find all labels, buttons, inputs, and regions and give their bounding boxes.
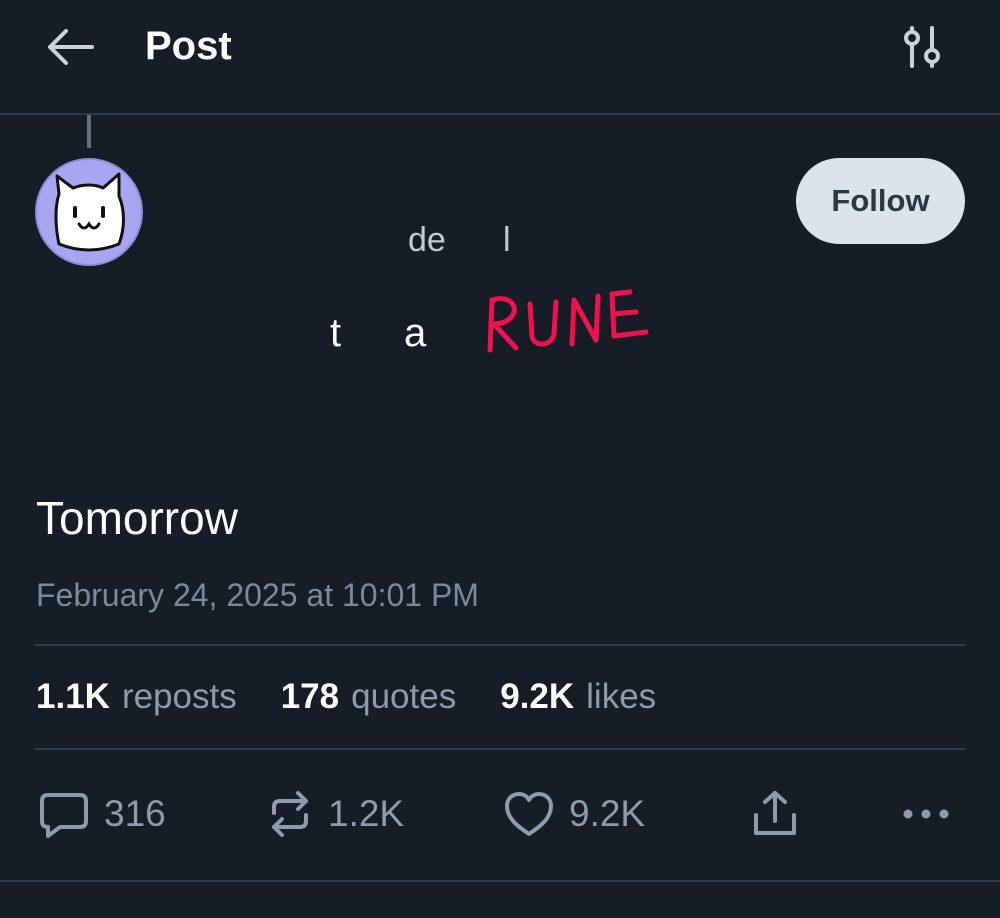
quotes-stat[interactable]: 178 quotes: [281, 674, 457, 720]
divider: [35, 644, 965, 646]
likes-stat[interactable]: 9.2K likes: [500, 674, 656, 720]
reposts-label: reposts: [121, 677, 237, 716]
likes-label: likes: [586, 677, 657, 716]
quotes-count: 178: [280, 677, 340, 716]
share-button[interactable]: [751, 786, 799, 842]
reposts-stat[interactable]: 1.1K reposts: [36, 674, 237, 720]
post-page: Post de l t a Follow Tomorrow February 2…: [0, 0, 1000, 918]
speech-bubble-icon: [40, 793, 88, 838]
display-name-fragment: l: [503, 221, 511, 259]
divider: [0, 880, 1000, 882]
engagement-stats: 1.1K reposts 178 quotes 9.2K likes: [36, 674, 656, 720]
rune-handwritten-logo: [487, 289, 649, 353]
repost-icon: [272, 791, 308, 837]
repost-count: 1.2K: [328, 793, 405, 834]
post-timestamp: February 24, 2025 at 10:01 PM: [36, 577, 479, 613]
handle-fragment: a: [404, 311, 427, 355]
handle-fragment: t: [330, 311, 342, 355]
top-bar: Post: [0, 0, 1000, 115]
more-dots-icon: [903, 809, 949, 819]
back-button[interactable]: [40, 22, 100, 72]
heart-icon: [505, 792, 553, 836]
post-text: Tomorrow: [36, 492, 238, 544]
page-title: Post: [145, 24, 232, 68]
avatar[interactable]: [35, 158, 143, 266]
quotes-label: quotes: [351, 677, 457, 716]
reposts-count: 1.1K: [36, 677, 110, 716]
more-options-button[interactable]: [902, 786, 950, 842]
likes-count: 9.2K: [500, 677, 575, 716]
arrow-left-icon: [48, 29, 94, 65]
reply-count: 316: [104, 793, 166, 834]
display-name-fragment: de: [408, 221, 446, 259]
reply-button[interactable]: 316: [38, 786, 166, 842]
sliders-icon: [904, 26, 940, 68]
thread-settings-button[interactable]: [895, 22, 949, 72]
repost-button[interactable]: 1.2K: [266, 786, 404, 842]
like-count: 9.2K: [569, 793, 646, 834]
follow-button[interactable]: Follow: [796, 158, 965, 244]
like-button[interactable]: 9.2K: [503, 786, 645, 842]
share-icon: [754, 791, 796, 835]
cat-face-icon: [54, 172, 125, 252]
divider: [35, 748, 965, 750]
thread-connector-line: [87, 115, 91, 148]
